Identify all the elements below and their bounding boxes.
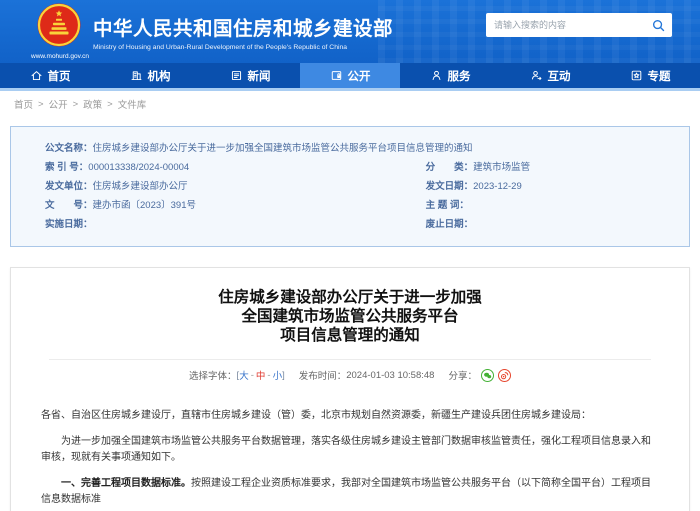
breadcrumb: 首页 > 公开 > 政策 > 文件库 [0,91,700,117]
site-titles: 中华人民共和国住房和城乡建设部 Ministry of Housing and … [93,12,393,51]
meta-value: 2023-12-29 [473,177,522,196]
meta-value: 住房城乡建设部办公厅关于进一步加强全国建筑市场监管公共服务平台项目信息管理的通知 [93,139,473,158]
news-icon [230,69,243,82]
nav-item-interaction[interactable]: 互动 [500,63,600,88]
nav-item-label: 服务 [448,68,471,84]
nav-item-organization[interactable]: 机构 [100,63,200,88]
dash: - [267,370,270,381]
breadcrumb-separator: > [38,99,44,110]
document-title-line: 项目信息管理的通知 [41,326,659,345]
nav-item-service[interactable]: 服务 [400,63,500,88]
breadcrumb-separator: > [107,99,113,110]
search-icon [652,19,665,32]
breadcrumb-item-library[interactable]: 文件库 [118,97,147,111]
paragraph-intro: 为进一步加强全国建筑市场监管公共服务平台数据管理，落实各级住房城乡建设主管部门数… [41,434,659,466]
site-subtitle-en: Ministry of Housing and Urban-Rural Deve… [93,44,393,51]
nav-item-disclosure[interactable]: 公开 [300,63,400,88]
national-emblem-logo [37,3,81,47]
special-topic-icon [630,69,643,82]
home-icon [30,69,43,82]
publish-time-label: 发布时间： [299,368,347,382]
bracket: ] [282,370,285,381]
meta-label: 文 号： [45,196,93,215]
meta-label: 实施日期： [45,215,93,234]
document-title-line: 全国建筑市场监管公共服务平台 [41,307,659,326]
search-input[interactable] [486,20,644,30]
document-box: 住房城乡建设部办公厅关于进一步加强 全国建筑市场监管公共服务平台 项目信息管理的… [10,267,690,511]
meta-value: 建筑市场监管 [473,158,530,177]
search-box [486,13,672,37]
disclosure-icon [330,69,343,82]
weibo-icon [500,371,509,380]
weibo-share-button[interactable] [498,369,511,382]
paragraph-item1-lead: 一、完善工程项目数据标准。 [61,478,191,489]
nav-item-news[interactable]: 新闻 [200,63,300,88]
nav-item-label: 互动 [548,68,571,84]
paragraph-item1: 一、完善工程项目数据标准。按照建设工程企业资质标准要求，我部对全国建筑市场监管公… [41,476,659,508]
publish-time: 2024-01-03 10:58:48 [346,370,434,381]
font-size-small-button[interactable]: 小 [273,368,283,382]
paragraph-salutation: 各省、自治区住房城乡建设厅，直辖市住房城乡建设（管）委，北京市规划自然资源委，新… [41,408,659,424]
meta-label: 发文日期： [426,177,474,196]
breadcrumb-item-policy[interactable]: 政策 [83,97,102,111]
meta-label: 公文名称： [45,139,93,158]
meta-row-issuer: 发文单位： 住房城乡建设部办公厅 发文日期： 2023-12-29 [45,177,669,196]
meta-label: 发文单位： [45,177,93,196]
nav-item-label: 公开 [348,68,371,84]
meta-label: 分 类： [426,158,474,177]
meta-label: 废止日期： [426,215,474,234]
wechat-icon [483,371,492,380]
meta-label: 主 题 词： [426,196,469,215]
document-meta-panel: 公文名称： 住房城乡建设部办公厅关于进一步加强全国建筑市场监管公共服务平台项目信… [10,126,690,247]
nav-item-label: 首页 [48,68,71,84]
font-size-large-button[interactable]: 大 [239,368,249,382]
main-nav: 首页 机构 新闻 公开 服务 互动 专题 [0,63,700,91]
nav-item-home[interactable]: 首页 [0,63,100,88]
document-body: 各省、自治区住房城乡建设厅，直辖市住房城乡建设（管）委，北京市规划自然资源委，新… [41,408,659,508]
organization-icon [130,69,143,82]
meta-value: 住房城乡建设部办公厅 [93,177,188,196]
document-toolbar: 选择字体： [ 大 - 中 - 小 ] 发布时间： 2024-01-03 10:… [41,360,659,382]
breadcrumb-separator: > [73,99,79,110]
page: www.mohurd.gov.cn 中华人民共和国住房和城乡建设部 Minist… [0,0,700,511]
document-title: 住房城乡建设部办公厅关于进一步加强 全国建筑市场监管公共服务平台 项目信息管理的… [41,288,659,345]
nav-item-label: 新闻 [248,68,271,84]
meta-row-title: 公文名称： 住房城乡建设部办公厅关于进一步加强全国建筑市场监管公共服务平台项目信… [45,139,669,158]
nav-item-label: 专题 [648,68,671,84]
nav-item-label: 机构 [148,68,171,84]
document-title-line: 住房城乡建设部办公厅关于进一步加强 [41,288,659,307]
font-size-medium-button[interactable]: 中 [256,368,266,382]
interaction-icon [530,69,543,82]
service-icon [430,69,443,82]
meta-value: 000013338/2024-00004 [88,158,189,177]
site-header: www.mohurd.gov.cn 中华人民共和国住房和城乡建设部 Minist… [0,0,700,63]
emblem-wrap: www.mohurd.gov.cn [33,3,85,60]
wechat-share-button[interactable] [481,369,494,382]
share-label: 分享： [448,368,477,382]
meta-row-dates: 实施日期： 废止日期： [45,215,669,234]
site-title: 中华人民共和国住房和城乡建设部 [93,12,393,41]
font-size-label: 选择字体： [189,368,237,382]
breadcrumb-item-disclosure[interactable]: 公开 [49,97,68,111]
breadcrumb-item-home[interactable]: 首页 [14,97,33,111]
meta-row-index: 索 引 号： 000013338/2024-00004 分 类： 建筑市场监管 [45,158,669,177]
site-url: www.mohurd.gov.cn [31,53,83,60]
dash: - [251,370,254,381]
meta-row-number: 文 号： 建办市函〔2023〕391号 主 题 词： [45,196,669,215]
search-button[interactable] [644,13,672,37]
meta-value: 建办市函〔2023〕391号 [93,196,196,215]
meta-label: 索 引 号： [45,158,88,177]
nav-item-special-topic[interactable]: 专题 [600,63,700,88]
